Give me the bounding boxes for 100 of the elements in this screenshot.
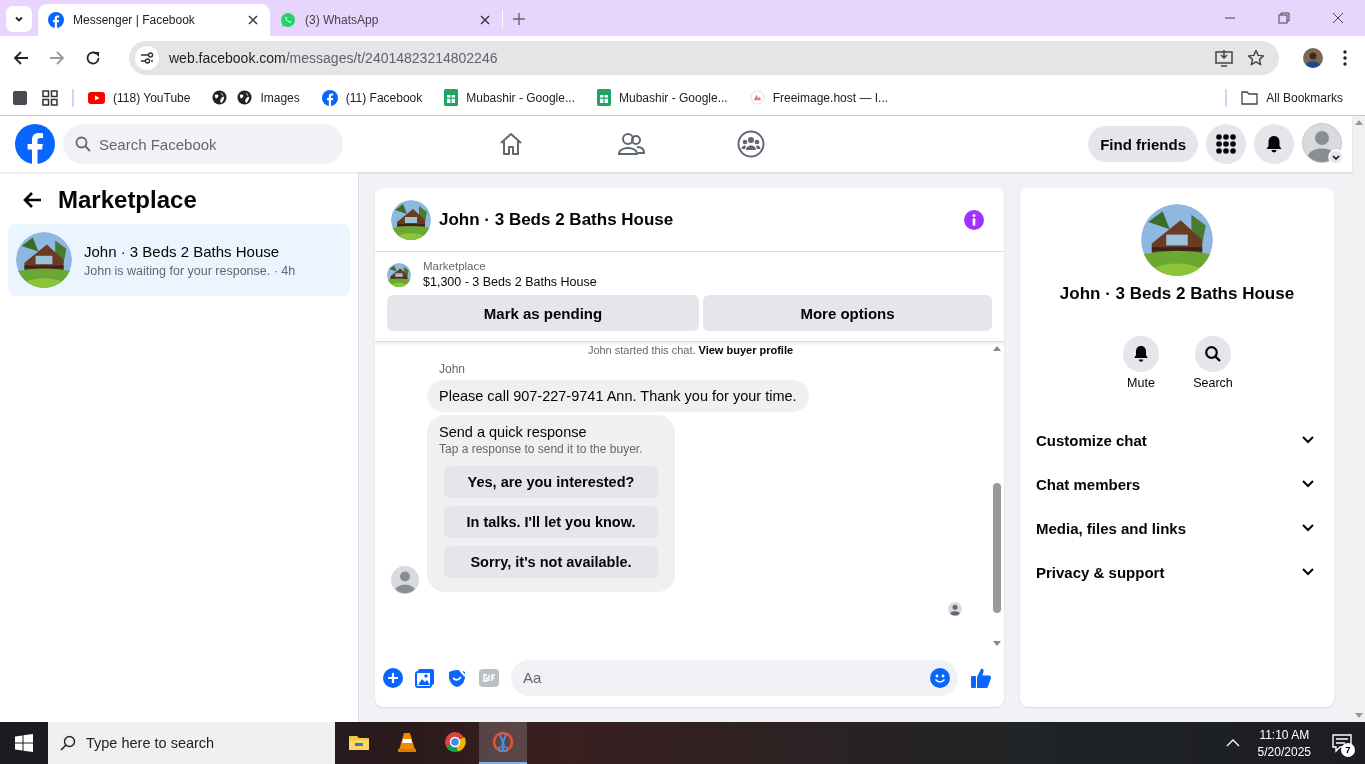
whatsapp-icon	[280, 12, 296, 28]
back-icon[interactable]	[13, 50, 29, 66]
browser-tab[interactable]: (3) WhatsApp	[270, 4, 502, 36]
globe-icon[interactable]	[212, 90, 228, 105]
listing-title: $1,300 - 3 Beds 2 Baths House	[423, 275, 597, 289]
chat-action-button[interactable]	[1123, 336, 1159, 372]
image-host-icon	[749, 90, 765, 105]
reload-icon[interactable]	[85, 50, 101, 66]
chevron-up-icon[interactable]	[1225, 739, 1240, 747]
account-avatar-icon[interactable]	[1302, 123, 1344, 165]
back-arrow-icon[interactable]	[22, 191, 42, 209]
close-icon[interactable]	[480, 15, 490, 25]
browser-tab[interactable]: Messenger | Facebook	[38, 4, 270, 36]
forward-icon[interactable]	[49, 50, 65, 66]
scroll-up-icon	[993, 346, 1001, 351]
windows-start-icon[interactable]	[15, 734, 33, 752]
browser-icon	[443, 730, 467, 754]
bookmark-link[interactable]: (118) YouTube	[88, 90, 191, 105]
facebook-icon	[321, 89, 338, 106]
bookmark-star-icon[interactable]	[1247, 49, 1265, 67]
quick-response-title: Send a quick response	[439, 424, 587, 440]
search-icon	[60, 735, 76, 751]
sender-name: John	[439, 362, 467, 376]
address-bar[interactable]: web.facebook.com/messages/t/24014823214802246	[129, 41, 1279, 75]
user-avatar-icon	[391, 566, 419, 594]
bookmark-link[interactable]: Mubashir - Google...	[444, 89, 575, 106]
scrollbar-thumb[interactable]	[993, 483, 1001, 613]
scroll-down-icon	[1354, 713, 1363, 718]
close-icon[interactable]	[1332, 12, 1344, 24]
search-icon	[75, 136, 91, 152]
bookmark-link[interactable]: Freeimage.host — I...	[749, 90, 889, 105]
quick-reply-button[interactable]: Yes, are you interested?	[444, 466, 658, 498]
clock[interactable]: 11:10 AM 5/20/2025	[1249, 727, 1319, 759]
globe-icon	[237, 90, 253, 105]
notification-center-icon[interactable]	[1332, 733, 1352, 753]
conversation-title: John · 3 Beds 2 Baths House	[84, 242, 281, 260]
friends-icon[interactable]	[617, 131, 645, 157]
action-label: Mute	[1127, 376, 1155, 390]
spreadsheet-icon	[444, 89, 459, 106]
quick-reply-button[interactable]: Sorry, it's not available.	[444, 546, 658, 578]
conversation-item[interactable]: John · 3 Beds 2 Baths House John is waiting for your response. · 4h	[8, 224, 350, 296]
quick-response-subtitle: Tap a response to send it to the buyer.	[439, 442, 643, 456]
section-toggle[interactable]: Customize chat	[1036, 418, 1318, 462]
thumbs-up-icon[interactable]	[970, 666, 992, 689]
section-toggle[interactable]: Media, files and links	[1036, 506, 1318, 550]
listing-label: Marketplace	[423, 260, 487, 272]
all-bookmarks-link[interactable]: All Bookmarks	[1241, 90, 1343, 105]
spreadsheet-icon	[596, 89, 611, 106]
restore-icon[interactable]	[1278, 12, 1290, 24]
tab-title: (3) WhatsApp	[305, 13, 380, 27]
find-friends-button[interactable]: Find friends	[1088, 126, 1198, 162]
conversation-preview: John is waiting for your response. · 4h	[84, 263, 296, 278]
section-toggle[interactable]: Privacy & support	[1036, 550, 1318, 594]
folder-icon	[1241, 90, 1259, 105]
apps-grid-icon[interactable]	[42, 89, 58, 106]
youtube-icon	[88, 91, 105, 104]
chat-notice: John started this chat. View buyer profile	[586, 343, 795, 358]
new-tab-icon[interactable]	[513, 13, 525, 25]
plus-icon[interactable]	[383, 667, 403, 688]
chat-action-button[interactable]	[1195, 336, 1231, 372]
scissors-icon	[491, 730, 515, 754]
site-settings-icon	[139, 50, 155, 66]
notification-bell-icon[interactable]	[1265, 135, 1283, 153]
seen-avatar-icon	[948, 602, 962, 616]
action-button[interactable]: Mark as pending	[387, 295, 699, 331]
scrollbar[interactable]	[1352, 116, 1365, 722]
menu-icon[interactable]	[1343, 50, 1347, 66]
message-bubble: Please call 907-227-9741 Ann. Thank you for your time.	[427, 380, 809, 412]
action-button[interactable]: More options	[703, 295, 992, 331]
photo-icon[interactable]	[415, 667, 435, 688]
info-icon[interactable]	[964, 209, 984, 230]
groups-icon[interactable]	[737, 130, 765, 158]
scroll-up-icon	[1354, 120, 1363, 125]
tab-title: Messenger | Facebook	[73, 13, 196, 27]
quick-reply-button[interactable]: In talks. I'll let you know.	[444, 506, 658, 538]
section-toggle[interactable]: Chat members	[1036, 462, 1318, 506]
bookmark-link[interactable]: Mubashir - Google...	[596, 89, 728, 106]
action-label: Search	[1193, 376, 1233, 390]
traffic-cone-icon	[395, 730, 419, 754]
notification-count: 7	[1341, 743, 1355, 757]
bookmark-link[interactable]: (11) Facebook	[321, 89, 423, 106]
square-icon[interactable]	[12, 89, 28, 106]
facebook-logo[interactable]	[15, 124, 55, 164]
details-name: John · 3 Beds 2 Baths House	[1058, 284, 1296, 304]
emoji-icon[interactable]	[930, 667, 950, 688]
chat-title: John · 3 Beds 2 Baths House	[439, 209, 674, 230]
search-field[interactable]: Search Facebook	[63, 124, 343, 164]
sidebar-title: Marketplace	[58, 186, 197, 214]
message-field[interactable]: Aa	[511, 659, 958, 696]
menu-grid-icon[interactable]	[1216, 134, 1236, 154]
facebook-icon	[48, 12, 64, 28]
bookmark-link[interactable]: Images	[237, 90, 300, 105]
bell-icon	[1132, 345, 1150, 363]
install-app-icon[interactable]	[1215, 49, 1233, 67]
buyer-profile-link[interactable]: View buyer profile	[698, 344, 794, 356]
home-icon[interactable]	[498, 131, 524, 157]
taskbar-search-field[interactable]: Type here to search	[48, 722, 335, 764]
sticker-icon[interactable]	[447, 667, 467, 688]
close-icon[interactable]	[248, 15, 258, 25]
avatar-icon[interactable]	[1303, 48, 1323, 68]
